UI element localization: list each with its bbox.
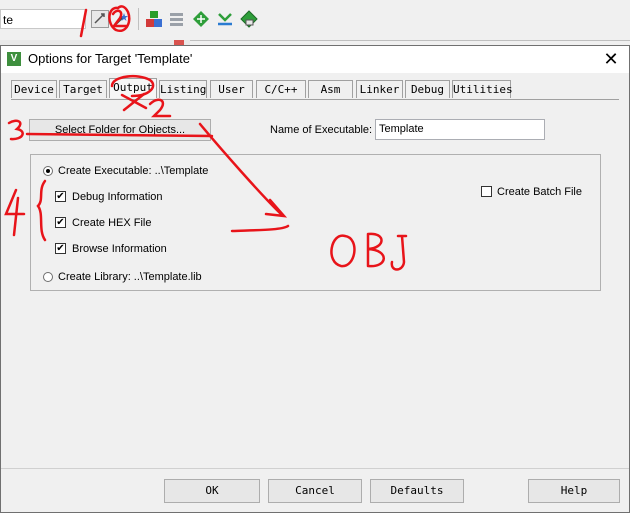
output-options-group: Create Executable: ..\Template ✔ Debug I… [30,154,601,291]
cancel-button[interactable]: Cancel [268,479,362,503]
toolbar-separator [138,8,139,30]
options-dialog: V Options for Target 'Template' ✕ Device… [0,45,630,513]
radio-dot [46,169,50,173]
close-icon[interactable]: ✕ [597,48,625,70]
name-of-executable-label: Name of Executable: [270,124,373,136]
create-library-radio[interactable] [43,272,53,282]
footer-divider [1,468,629,469]
create-hex-label: Create HEX File [72,217,152,229]
create-hex-checkbox[interactable]: ✔ [55,217,66,228]
manage-components-icon[interactable] [145,10,163,28]
toolbar: te [0,0,630,41]
debug-information-checkbox[interactable]: ✔ [55,191,66,202]
browse-information-label: Browse Information [72,243,167,255]
tab-output[interactable]: Output [109,78,157,98]
ok-button[interactable]: OK [164,479,260,503]
tab-c-cpp[interactable]: C/C++ [256,80,306,98]
dialog-titlebar: V Options for Target 'Template' ✕ [1,46,629,73]
name-of-executable-input[interactable]: Template [375,119,545,140]
debug-information-label: Debug Information [72,191,163,203]
defaults-button[interactable]: Defaults [370,479,464,503]
green-diamond-icon[interactable] [192,10,210,28]
target-options-icon[interactable] [91,10,109,28]
tab-linker[interactable]: Linker [356,80,403,98]
tab-asm[interactable]: Asm [308,80,353,98]
tab-target[interactable]: Target [59,80,107,98]
create-batch-checkbox[interactable] [481,186,492,197]
tab-debug[interactable]: Debug [405,80,450,98]
create-executable-label: Create Executable: ..\Template [58,165,209,177]
create-executable-radio[interactable] [43,166,53,176]
help-button[interactable]: Help [528,479,620,503]
tab-listing[interactable]: Listing [159,80,207,98]
download-icon[interactable] [216,10,234,28]
tab-divider [11,99,619,100]
tab-utilities[interactable]: Utilities [452,80,513,98]
flash-icon[interactable] [240,10,258,28]
wand-icon[interactable] [112,10,130,28]
select-folder-button[interactable]: Select Folder for Objects... [29,119,211,141]
target-combo[interactable]: te [0,9,86,29]
browse-information-checkbox[interactable]: ✔ [55,243,66,254]
tab-user[interactable]: User [210,80,253,98]
stack-icon[interactable] [168,10,186,28]
tab-device[interactable]: Device [11,80,57,98]
keil-logo-icon: V [7,52,21,66]
dialog-title: Options for Target 'Template' [28,51,193,66]
create-library-label: Create Library: ..\Template.lib [58,271,202,283]
create-batch-label: Create Batch File [497,186,582,198]
